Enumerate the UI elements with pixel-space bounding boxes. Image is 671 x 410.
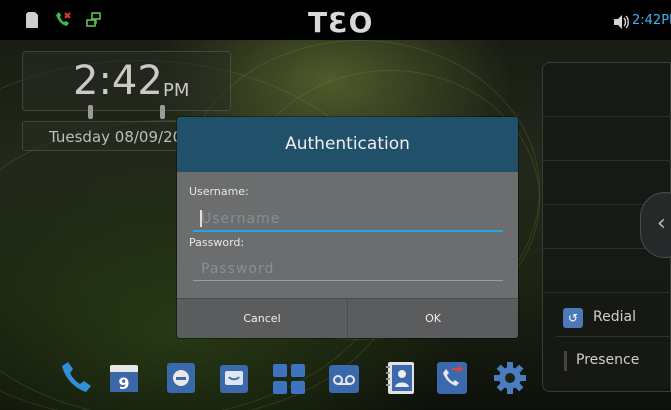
panel-toggle-button[interactable]: ‹ — [640, 192, 671, 258]
speaker-volume-icon[interactable] — [614, 14, 630, 33]
call-forward-icon[interactable] — [436, 361, 467, 394]
voicemail-icon[interactable] — [328, 364, 359, 394]
status-bar: TƐO 2:42PM — [0, 0, 671, 40]
widget-connector — [160, 105, 165, 119]
status-time: 2:42PM — [632, 13, 671, 28]
line-key[interactable] — [543, 249, 671, 293]
ok-button[interactable]: OK — [348, 299, 518, 338]
messages-icon[interactable] — [219, 364, 249, 394]
chevron-left-icon: ‹ — [657, 211, 666, 236]
username-underline — [193, 230, 503, 232]
redial-icon: ↺ — [563, 308, 583, 328]
text-cursor — [200, 210, 202, 227]
presence-key[interactable]: Presence — [556, 346, 671, 380]
brand-logo: TƐO — [308, 6, 374, 39]
apps-icon[interactable] — [272, 363, 305, 394]
clock-widget: 2:42 PM — [22, 51, 231, 111]
contacts-icon[interactable] — [384, 361, 414, 394]
calendar-icon[interactable]: 9 — [108, 362, 138, 393]
redial-key[interactable]: ↺ Redial — [556, 303, 671, 337]
password-input[interactable] — [193, 259, 503, 279]
line-key[interactable] — [543, 117, 671, 161]
cancel-button[interactable]: Cancel — [177, 299, 347, 338]
sd-card-icon — [26, 12, 38, 32]
username-input[interactable] — [193, 209, 503, 229]
phone-icon[interactable] — [58, 360, 91, 392]
dialog-header: Authentication — [177, 117, 518, 172]
dnd-icon[interactable] — [166, 362, 196, 393]
redial-label: Redial — [593, 309, 636, 325]
calendar-day: 9 — [118, 374, 129, 393]
app-dock: 9 — [0, 355, 540, 410]
network-icon — [86, 12, 102, 32]
missed-call-icon — [54, 12, 72, 32]
authentication-dialog: Authentication Username: Password: Cance… — [177, 117, 518, 338]
username-label: Username: — [189, 185, 249, 198]
dialog-footer: Cancel OK — [177, 298, 518, 338]
presence-indicator — [564, 351, 567, 371]
password-label: Password: — [189, 236, 245, 249]
password-underline — [193, 280, 503, 281]
settings-icon[interactable] — [492, 360, 526, 394]
clock-time: 2:42 — [73, 58, 163, 104]
line-key[interactable] — [543, 73, 671, 117]
phone-home-screen: TƐO 2:42PM 2:42 PM Tuesday 08/09/2016 ‹ … — [0, 0, 671, 410]
clock-ampm: PM — [163, 80, 190, 101]
dialog-title: Authentication — [285, 134, 410, 154]
presence-label: Presence — [576, 352, 640, 368]
widget-connector — [88, 105, 93, 119]
